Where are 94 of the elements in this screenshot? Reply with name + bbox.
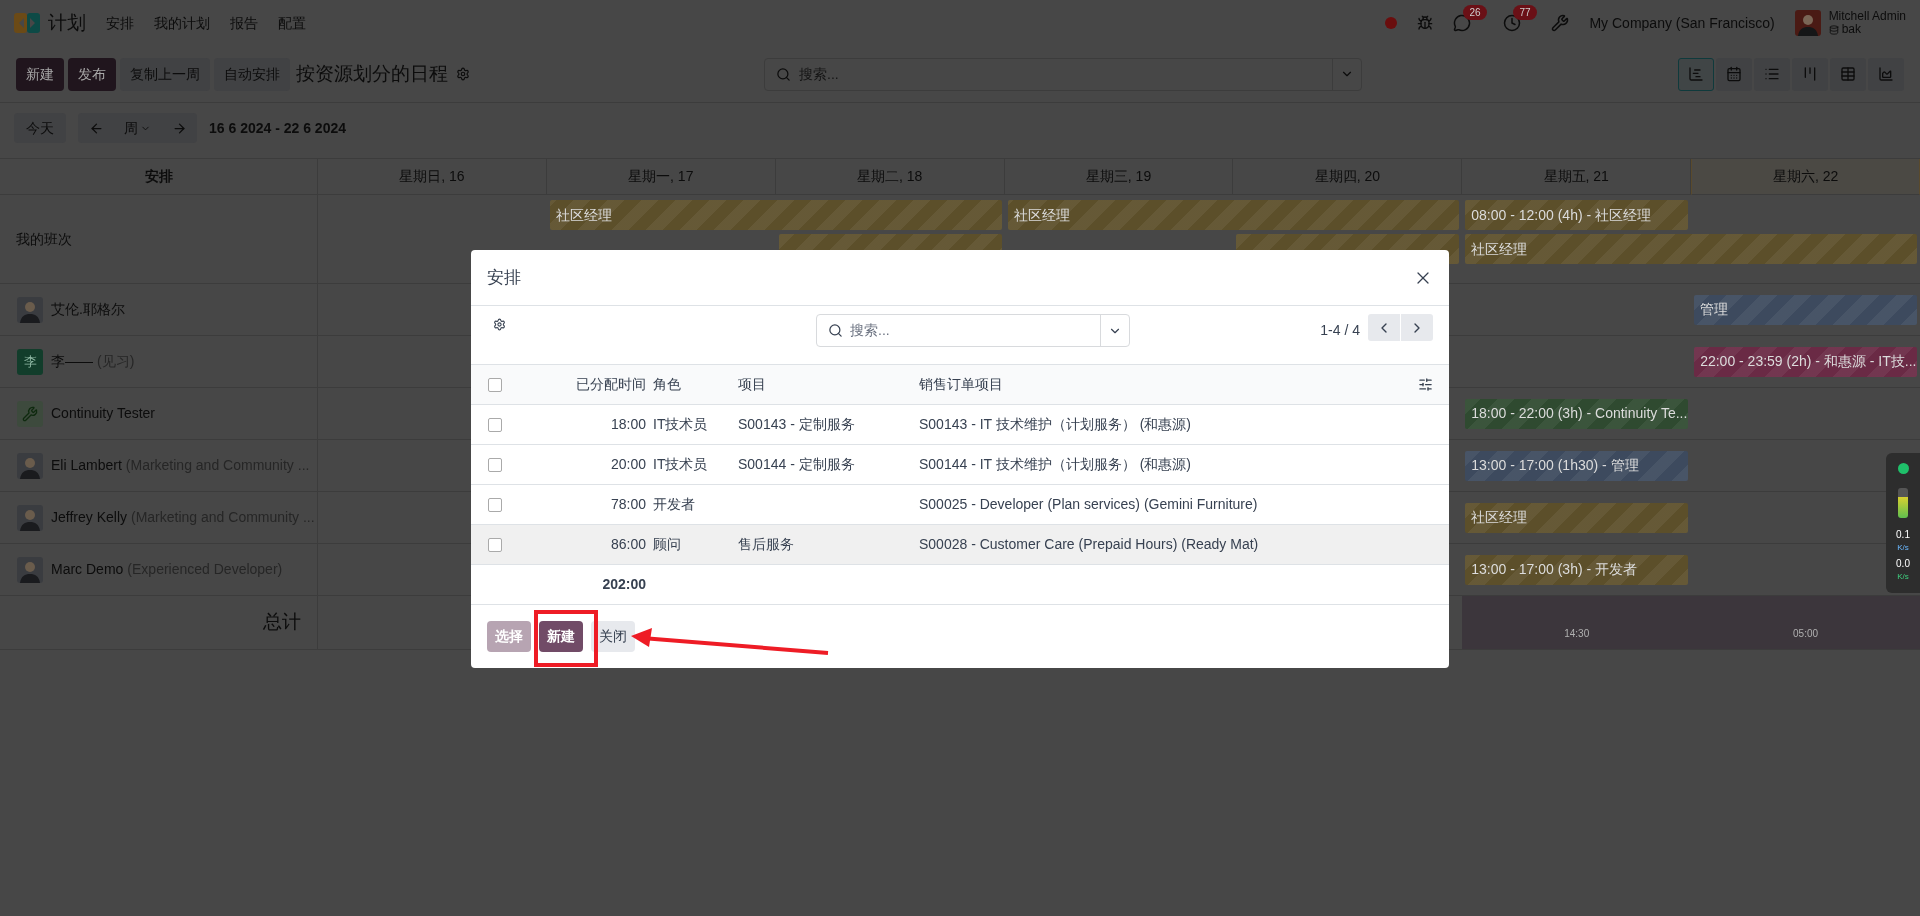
table-cell-text: IT技术员 [652, 455, 709, 474]
table-cell-text: IT技术员 [652, 415, 709, 434]
search-input[interactable]: 搜索... [850, 320, 1100, 341]
table-cell-text: S00143 - IT 技术维护（计划服务） (和惠源) [919, 415, 1192, 434]
total-cell: 05:00 [1691, 596, 1920, 649]
shift-bar[interactable]: 22:00 - 23:59 (2h) - 和惠源 - IT技... [1694, 346, 1917, 377]
column-header[interactable]: 销售订单项目 [919, 374, 1418, 395]
row-checkbox[interactable] [488, 537, 502, 552]
total-label: 总计 [0, 596, 318, 650]
table-cell-text: 78:00 [609, 495, 646, 514]
row-checkbox[interactable] [488, 457, 502, 472]
previous-page-button[interactable] [1368, 314, 1400, 341]
row-label: 我的班次 [0, 195, 318, 284]
row-checkbox[interactable] [488, 417, 502, 432]
level-gauge-icon [1898, 488, 1908, 518]
clock-icon[interactable] [1503, 14, 1522, 32]
day-header: 星期六, 22 [1691, 159, 1920, 195]
total-cell: 14:30 [1462, 596, 1692, 649]
shift-bar[interactable]: 社区经理 [549, 200, 1002, 230]
upload-speed: 0.1 [1896, 530, 1910, 540]
messages-icon[interactable] [1453, 14, 1472, 32]
table-cell-text: 开发者 [652, 495, 696, 514]
messages-badge: 26 [1463, 5, 1487, 20]
toolbar-button[interactable]: 新建 [16, 57, 64, 91]
initial-avatar: 李 [17, 348, 43, 375]
search-icon [828, 323, 843, 338]
avatar-icon [17, 504, 43, 531]
total-cell-text: 202:00 [601, 575, 646, 594]
shift-bar[interactable]: 18:00 - 22:00 (3h) - Continuity Te... [1465, 398, 1689, 429]
dialog-button[interactable]: 新建 [539, 621, 583, 652]
column-header[interactable]: 项目 [738, 374, 919, 395]
shift-bar[interactable]: 管理 [1694, 294, 1917, 325]
row-checkbox[interactable] [488, 497, 502, 512]
settings-icon[interactable] [493, 318, 506, 331]
table-cell-text: S00144 - 定制服务 [738, 455, 856, 474]
shift-bar[interactable]: 08:00 - 12:00 (4h) - 社区经理 [1465, 200, 1689, 230]
recording-icon[interactable] [1385, 17, 1398, 29]
table-cell-text: S00143 - 定制服务 [738, 415, 856, 434]
column-settings-icon[interactable] [1418, 377, 1433, 392]
table-cell-text: 20:00 [609, 455, 646, 474]
wrench-icon [17, 400, 43, 427]
upload-unit: K/s [1897, 544, 1909, 552]
list-view-icon[interactable] [1754, 57, 1790, 91]
activities-badge: 77 [1513, 5, 1537, 20]
debug-icon[interactable] [1417, 15, 1434, 31]
view-title: 按资源划分的日程 [296, 61, 448, 86]
table-cell-text: 顾问 [652, 535, 682, 554]
calendar-view-icon[interactable] [1716, 57, 1752, 91]
search-icon [776, 66, 791, 82]
app-logo[interactable] [14, 11, 40, 35]
resource-name: Eli Lambert [51, 456, 122, 475]
dialog-button[interactable]: 关闭 [591, 621, 635, 652]
shift-bar[interactable]: 13:00 - 17:00 (1h30) - 管理 [1465, 450, 1689, 481]
table-cell-text: 86:00 [609, 535, 646, 554]
shift-bar[interactable]: 社区经理 [1465, 502, 1689, 533]
table-cell-text: S00028 - Customer Care (Prepaid Hours) (Ready Mat) [919, 535, 1260, 554]
column-header: 安排 [0, 159, 318, 195]
resource-name: Marc Demo [51, 560, 124, 579]
shift-bar[interactable]: 社区经理 [1007, 200, 1460, 230]
kanban-view-icon[interactable] [1792, 57, 1828, 91]
pager: 1-4 / 4 [1320, 321, 1360, 340]
resource-name: 李—— [51, 352, 93, 371]
resource-name: Continuity Tester [51, 404, 155, 423]
gantt-view-icon[interactable] [1678, 57, 1714, 91]
next-button[interactable] [161, 113, 197, 143]
dialog-title: 安排 [487, 266, 521, 289]
table-cell-text: S00144 - IT 技术维护（计划服务） (和惠源) [919, 455, 1192, 474]
column-header[interactable]: 角色 [646, 374, 738, 395]
shift-bar[interactable]: 社区经理 [1465, 234, 1917, 264]
table-cell-text: S00025 - Developer (Plan services) (Gemini Furniture) [919, 495, 1259, 514]
avatar-icon [17, 452, 43, 479]
table-cell-text: 售后服务 [738, 535, 795, 554]
next-page-button[interactable] [1401, 314, 1433, 341]
column-header[interactable]: 已分配时间 [521, 374, 646, 395]
table-view-icon[interactable] [1830, 57, 1866, 91]
chart-view-icon[interactable] [1868, 57, 1904, 91]
previous-button[interactable] [78, 113, 114, 143]
table-cell-text: 18:00 [609, 415, 646, 434]
download-speed: 0.0 [1896, 559, 1910, 569]
highlight-frame [534, 610, 598, 667]
download-unit: K/s [1897, 573, 1909, 581]
toolbar-button[interactable]: 发布 [68, 57, 116, 91]
resource-name: 艾伦.耶格尔 [51, 300, 125, 319]
user-avatar[interactable] [1794, 10, 1821, 36]
resource-name: Jeffrey Kelly [51, 508, 127, 527]
shift-bar[interactable]: 13:00 - 17:00 (3h) - 开发者 [1465, 554, 1689, 585]
avatar-icon [17, 556, 43, 583]
date-range: 16 6 2024 - 22 6 2024 [209, 118, 346, 138]
database-icon [1828, 24, 1839, 35]
avatar-icon [17, 296, 43, 323]
select-all-checkbox[interactable] [488, 377, 502, 392]
database-name: bak [1841, 23, 1861, 36]
arrow-right-icon [171, 120, 187, 136]
tools-icon[interactable] [1551, 14, 1570, 32]
